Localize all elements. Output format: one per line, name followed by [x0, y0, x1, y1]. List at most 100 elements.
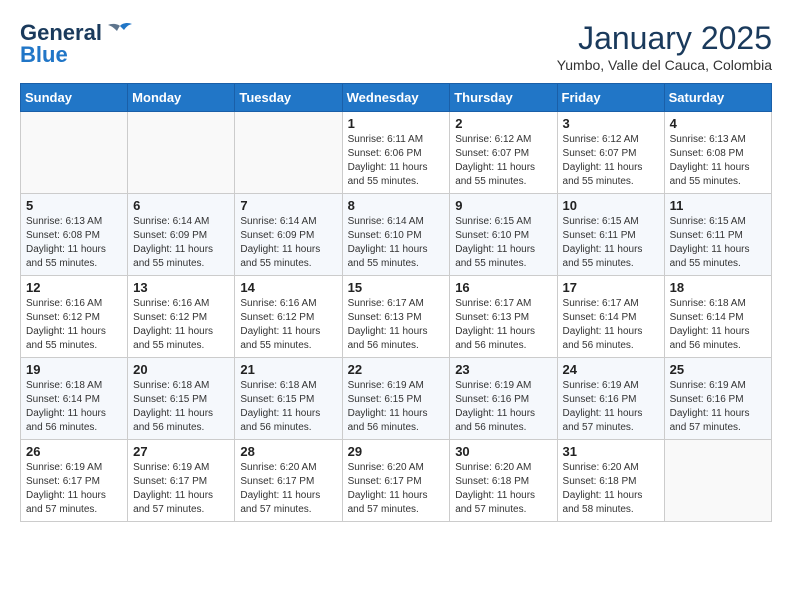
calendar-cell: 16Sunrise: 6:17 AM Sunset: 6:13 PM Dayli… [450, 276, 557, 358]
day-info: Sunrise: 6:18 AM Sunset: 6:14 PM Dayligh… [26, 379, 122, 435]
calendar-cell: 23 Sunrise: 6:19 AM Sunset: 6:16 PM Dayli… [450, 358, 557, 440]
logo-text-blue: Blue [20, 42, 68, 68]
day-number: 28 [240, 444, 336, 459]
day-number: 10 [563, 198, 659, 213]
day-info: Sunrise: 6:15 AM Sunset: 6:10 PM Dayligh… [455, 215, 551, 271]
day-number: 15 [348, 280, 445, 295]
day-info: Sunrise: 6:19 AM Sunset: 6:16 PM Dayligh… [563, 379, 659, 435]
calendar-cell: 26 Sunrise: 6:19 AM Sunset: 6:17 PM Dayli… [21, 440, 128, 522]
day-info: Sunrise: 6:18 AM Sunset: 6:15 PM Dayligh… [133, 379, 229, 435]
calendar-cell: 25Sunrise: 6:19 AM Sunset: 6:16 PM Dayli… [664, 358, 771, 440]
day-info: Sunrise: 6:19 AM Sunset: 6:15 PM Dayligh… [348, 379, 445, 435]
header-monday: Monday [128, 84, 235, 112]
day-number: 27 [133, 444, 229, 459]
calendar-cell: 20 Sunrise: 6:18 AM Sunset: 6:15 PM Dayli… [128, 358, 235, 440]
calendar-cell: 27 Sunrise: 6:19 AM Sunset: 6:17 PM Dayli… [128, 440, 235, 522]
day-info: Sunrise: 6:13 AM Sunset: 6:08 PM Dayligh… [26, 215, 122, 271]
day-number: 23 [455, 362, 551, 377]
calendar-cell [664, 440, 771, 522]
day-info: Sunrise: 6:17 AM Sunset: 6:13 PM Dayligh… [348, 297, 445, 353]
day-info: Sunrise: 6:11 AM Sunset: 6:06 PM Dayligh… [348, 133, 445, 189]
calendar-cell: 19Sunrise: 6:18 AM Sunset: 6:14 PM Dayli… [21, 358, 128, 440]
calendar-cell: 22 Sunrise: 6:19 AM Sunset: 6:15 PM Dayli… [342, 358, 450, 440]
location-subtitle: Yumbo, Valle del Cauca, Colombia [557, 57, 772, 73]
header-saturday: Saturday [664, 84, 771, 112]
day-info: Sunrise: 6:14 AM Sunset: 6:09 PM Dayligh… [240, 215, 336, 271]
day-info: Sunrise: 6:20 AM Sunset: 6:18 PM Dayligh… [563, 461, 659, 517]
calendar-week-5: 26 Sunrise: 6:19 AM Sunset: 6:17 PM Dayli… [21, 440, 772, 522]
calendar-header-row: Sunday Monday Tuesday Wednesday Thursday… [21, 84, 772, 112]
day-info: Sunrise: 6:18 AM Sunset: 6:14 PM Dayligh… [670, 297, 766, 353]
day-number: 26 [26, 444, 122, 459]
header-tuesday: Tuesday [235, 84, 342, 112]
day-number: 12 [26, 280, 122, 295]
day-info: Sunrise: 6:19 AM Sunset: 6:16 PM Dayligh… [670, 379, 766, 435]
day-number: 14 [240, 280, 336, 295]
day-info: Sunrise: 6:19 AM Sunset: 6:16 PM Dayligh… [455, 379, 551, 435]
month-year-title: January 2025 [557, 20, 772, 57]
calendar-cell: 15 Sunrise: 6:17 AM Sunset: 6:13 PM Dayli… [342, 276, 450, 358]
calendar-cell: 18 Sunrise: 6:18 AM Sunset: 6:14 PM Dayli… [664, 276, 771, 358]
calendar-cell [235, 112, 342, 194]
calendar-week-2: 5 Sunrise: 6:13 AM Sunset: 6:08 PM Daylig… [21, 194, 772, 276]
day-info: Sunrise: 6:19 AM Sunset: 6:17 PM Dayligh… [26, 461, 122, 517]
calendar-cell: 29 Sunrise: 6:20 AM Sunset: 6:17 PM Dayli… [342, 440, 450, 522]
calendar-cell: 12 Sunrise: 6:16 AM Sunset: 6:12 PM Dayli… [21, 276, 128, 358]
calendar-cell: 6Sunrise: 6:14 AM Sunset: 6:09 PM Daylig… [128, 194, 235, 276]
calendar-cell [21, 112, 128, 194]
day-info: Sunrise: 6:18 AM Sunset: 6:15 PM Dayligh… [240, 379, 336, 435]
page-header: General Blue January 2025 Yumbo, Valle d… [20, 20, 772, 73]
day-number: 2 [455, 116, 551, 131]
day-info: Sunrise: 6:12 AM Sunset: 6:07 PM Dayligh… [455, 133, 551, 189]
day-number: 3 [563, 116, 659, 131]
header-wednesday: Wednesday [342, 84, 450, 112]
calendar-cell: 14Sunrise: 6:16 AM Sunset: 6:12 PM Dayli… [235, 276, 342, 358]
day-number: 8 [348, 198, 445, 213]
logo-bird-icon [106, 22, 134, 44]
day-info: Sunrise: 6:20 AM Sunset: 6:17 PM Dayligh… [240, 461, 336, 517]
calendar-cell: 7 Sunrise: 6:14 AM Sunset: 6:09 PM Daylig… [235, 194, 342, 276]
calendar-cell: 9 Sunrise: 6:15 AM Sunset: 6:10 PM Daylig… [450, 194, 557, 276]
day-number: 30 [455, 444, 551, 459]
calendar-cell: 3 Sunrise: 6:12 AM Sunset: 6:07 PM Daylig… [557, 112, 664, 194]
day-info: Sunrise: 6:12 AM Sunset: 6:07 PM Dayligh… [563, 133, 659, 189]
day-number: 24 [563, 362, 659, 377]
day-number: 11 [670, 198, 766, 213]
day-info: Sunrise: 6:20 AM Sunset: 6:17 PM Dayligh… [348, 461, 445, 517]
calendar-cell: 21 Sunrise: 6:18 AM Sunset: 6:15 PM Dayli… [235, 358, 342, 440]
calendar-week-1: 1 Sunrise: 6:11 AM Sunset: 6:06 PM Daylig… [21, 112, 772, 194]
day-info: Sunrise: 6:16 AM Sunset: 6:12 PM Dayligh… [26, 297, 122, 353]
day-number: 18 [670, 280, 766, 295]
calendar-cell: 8 Sunrise: 6:14 AM Sunset: 6:10 PM Daylig… [342, 194, 450, 276]
day-info: Sunrise: 6:15 AM Sunset: 6:11 PM Dayligh… [670, 215, 766, 271]
day-number: 16 [455, 280, 551, 295]
day-number: 29 [348, 444, 445, 459]
day-info: Sunrise: 6:19 AM Sunset: 6:17 PM Dayligh… [133, 461, 229, 517]
calendar-cell: 5 Sunrise: 6:13 AM Sunset: 6:08 PM Daylig… [21, 194, 128, 276]
calendar-cell: 17Sunrise: 6:17 AM Sunset: 6:14 PM Dayli… [557, 276, 664, 358]
day-number: 20 [133, 362, 229, 377]
day-number: 1 [348, 116, 445, 131]
calendar-cell: 4 Sunrise: 6:13 AM Sunset: 6:08 PM Daylig… [664, 112, 771, 194]
day-number: 21 [240, 362, 336, 377]
calendar-cell: 10 Sunrise: 6:15 AM Sunset: 6:11 PM Dayli… [557, 194, 664, 276]
calendar-cell: 13Sunrise: 6:16 AM Sunset: 6:12 PM Dayli… [128, 276, 235, 358]
day-info: Sunrise: 6:20 AM Sunset: 6:18 PM Dayligh… [455, 461, 551, 517]
day-number: 4 [670, 116, 766, 131]
day-info: Sunrise: 6:17 AM Sunset: 6:14 PM Dayligh… [563, 297, 659, 353]
day-number: 9 [455, 198, 551, 213]
calendar-cell: 24 Sunrise: 6:19 AM Sunset: 6:16 PM Dayli… [557, 358, 664, 440]
day-info: Sunrise: 6:15 AM Sunset: 6:11 PM Dayligh… [563, 215, 659, 271]
calendar-cell: 2 Sunrise: 6:12 AM Sunset: 6:07 PM Daylig… [450, 112, 557, 194]
calendar-cell: 1 Sunrise: 6:11 AM Sunset: 6:06 PM Daylig… [342, 112, 450, 194]
day-info: Sunrise: 6:14 AM Sunset: 6:10 PM Dayligh… [348, 215, 445, 271]
day-number: 5 [26, 198, 122, 213]
day-info: Sunrise: 6:14 AM Sunset: 6:09 PM Dayligh… [133, 215, 229, 271]
calendar-table: Sunday Monday Tuesday Wednesday Thursday… [20, 83, 772, 522]
header-friday: Friday [557, 84, 664, 112]
calendar-week-4: 19Sunrise: 6:18 AM Sunset: 6:14 PM Dayli… [21, 358, 772, 440]
day-number: 22 [348, 362, 445, 377]
day-number: 7 [240, 198, 336, 213]
day-info: Sunrise: 6:13 AM Sunset: 6:08 PM Dayligh… [670, 133, 766, 189]
day-number: 31 [563, 444, 659, 459]
